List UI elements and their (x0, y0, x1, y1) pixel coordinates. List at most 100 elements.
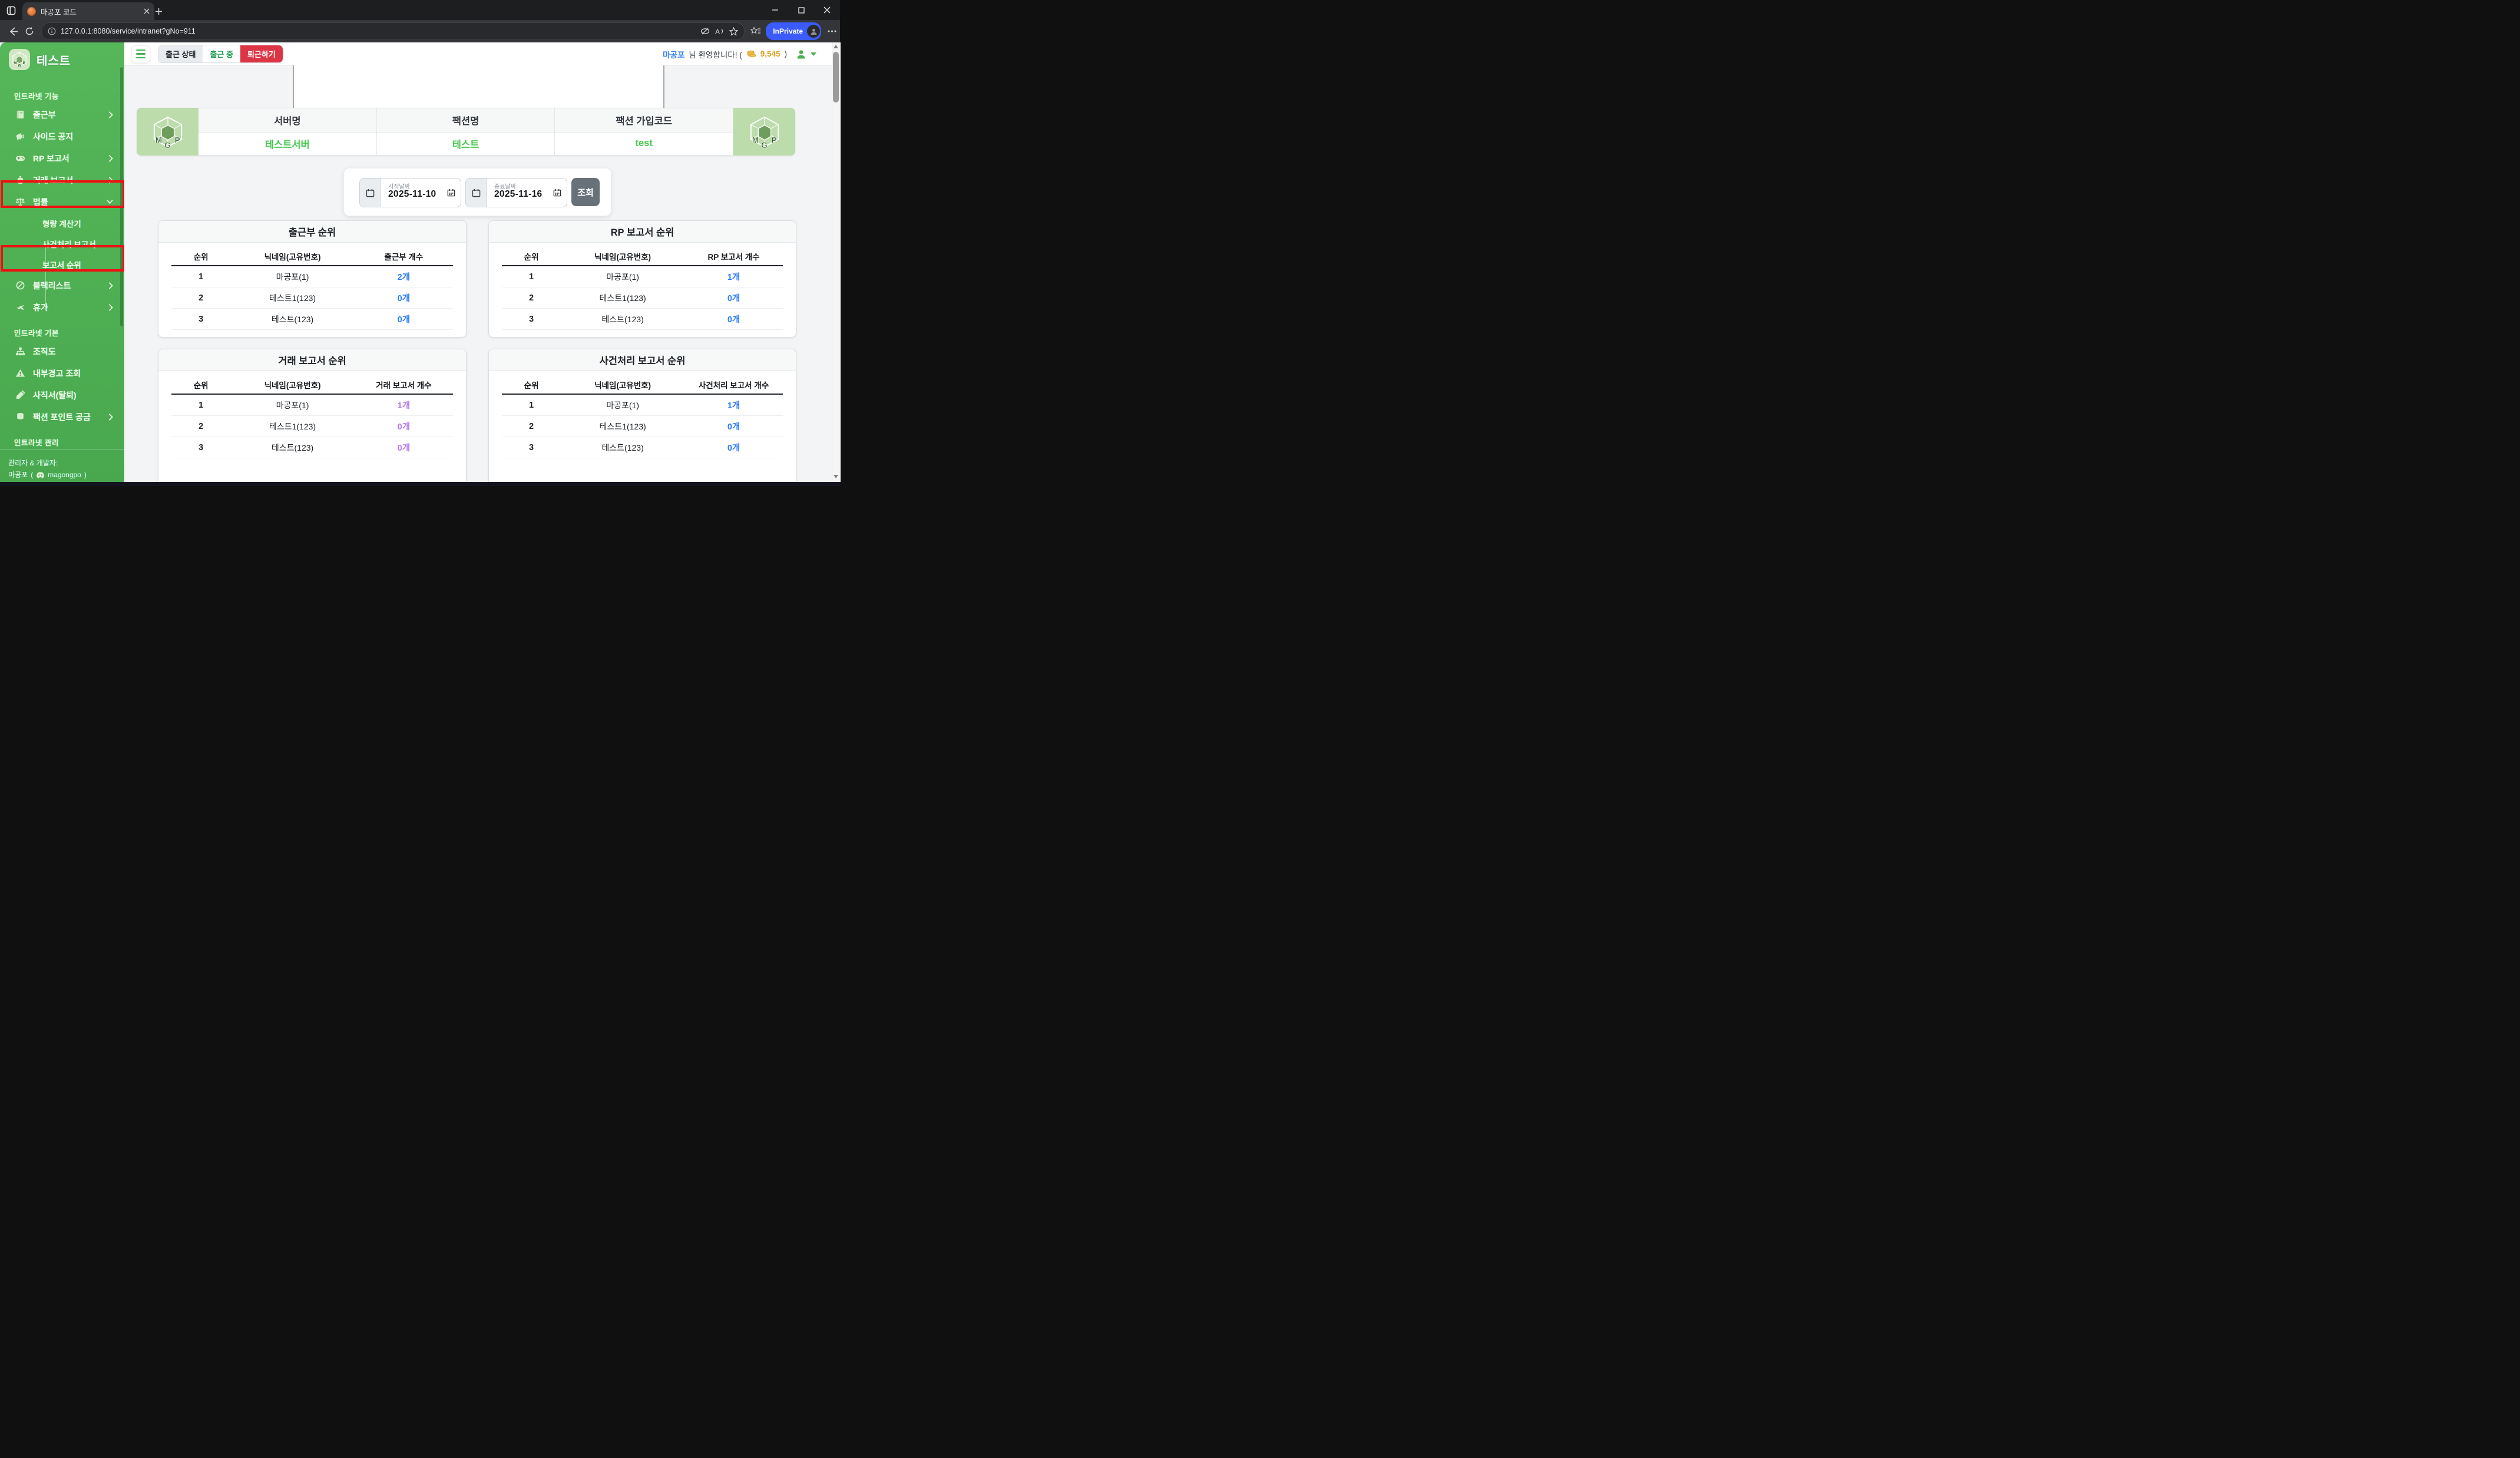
new-tab-button[interactable] (152, 5, 165, 18)
scroll-up-icon[interactable] (834, 45, 838, 48)
svg-text:P: P (771, 135, 776, 144)
topbar: 출근 상태 출근 중 퇴근하기 마공포님 환영합니다! ( 9,545) (124, 42, 832, 66)
sidebar-item-label: 출근부 (33, 109, 100, 121)
table-row: 3테스트(123)0개 (502, 437, 783, 458)
menu-toggle-button[interactable] (131, 45, 150, 63)
inprivate-badge[interactable]: InPrivate (766, 22, 821, 40)
clock-out-button[interactable]: 퇴근하기 (240, 45, 283, 62)
calendar-icon (360, 178, 381, 207)
tab-workspaces-icon[interactable] (5, 4, 18, 17)
sidebar-item-vacation[interactable]: 휴가 (0, 296, 124, 318)
faction-title: 테스트 (37, 51, 71, 68)
tracking-prevention-icon[interactable] (700, 27, 710, 35)
maximize-button[interactable] (788, 0, 814, 20)
table-row: 1마공포(1)1개 (171, 394, 453, 416)
sidebar-item-warning-lookup[interactable]: 내부경고 조회 (0, 362, 124, 384)
date-picker-icon[interactable] (447, 189, 455, 197)
sidebar-item-label: 휴가 (33, 302, 100, 313)
scrollbar-thumb[interactable] (833, 52, 839, 103)
profile-person-icon[interactable] (796, 49, 806, 59)
sidebar-item-blacklist[interactable]: 블랙리스트 (0, 275, 124, 296)
col-nickname: 닉네임(고유번호) (230, 376, 354, 394)
favorite-star-icon[interactable] (729, 27, 738, 36)
trade-report-rank-card: 거래 보고서 순위 순위닉네임(고유번호)거래 보고서 개수 1마공포(1)1개… (158, 349, 467, 486)
rank-table: 순위닉네임(고유번호)사건처리 보고서 개수 1마공포(1)1개 2테스트1(1… (502, 376, 783, 458)
server-name-header: 서버명 (199, 108, 377, 132)
svg-text:G: G (761, 141, 768, 149)
faction-code-header: 팩션 가입코드 (555, 108, 733, 132)
site-info-icon[interactable] (48, 27, 56, 35)
table-row: 1마공포(1)1개 (502, 266, 783, 287)
browser-tab[interactable]: 마공포 코드 (22, 2, 154, 20)
table-row: 2테스트1(123)0개 (171, 416, 453, 437)
sidebar-scrollbar[interactable] (120, 67, 123, 326)
sidebar-subitem-sentence-calc[interactable]: 형량 계산기 (0, 213, 124, 233)
card-title: 출근부 순위 (158, 221, 466, 243)
chevron-right-icon (108, 282, 114, 290)
sidebar-item-rp-report[interactable]: RP 보고서 (0, 147, 124, 169)
sidebar-item-org-chart[interactable]: 조직도 (0, 340, 124, 362)
faction-logo-icon: MPG (137, 108, 199, 156)
server-info-table: 서버명 팩션명 팩션 가입코드 테스트서버 테스트 test (199, 108, 733, 156)
start-date-input[interactable]: 시작날짜 2025-11-10 (381, 178, 461, 207)
welcome-close: ) (785, 49, 788, 58)
welcome-text: 님 환영합니다! ( (689, 48, 742, 60)
sidebar-item-label: 팩션 포인트 공금 (33, 411, 100, 423)
tab-title: 마공포 코드 (41, 6, 139, 17)
attendance-segment: 출근 상태 출근 중 퇴근하기 (158, 45, 283, 62)
close-button[interactable] (814, 0, 840, 20)
book-icon (15, 110, 25, 120)
sidebar-item-resignation[interactable]: 사직서(탈퇴) (0, 384, 124, 406)
sidebar-item-label: 보고서 순위 (42, 259, 81, 270)
tab-close-icon[interactable] (144, 8, 150, 14)
sidebar-footer: 관리자 & 개발자: 마공포 ( magongpo ) (0, 454, 124, 481)
sitemap-icon (15, 346, 25, 356)
page-scrollbar[interactable] (832, 42, 841, 482)
sidebar-subitem-report-rank[interactable]: 보고서 순위 (0, 254, 124, 275)
inprivate-label: InPrivate (773, 27, 803, 35)
table-row: 3테스트(123)0개 (171, 437, 453, 458)
end-date-input[interactable]: 종료날짜 2025-11-16 (487, 178, 567, 207)
rank-table: 순위닉네임(고유번호)RP 보고서 개수 1마공포(1)1개 2테스트1(123… (502, 247, 783, 330)
card-title: 사건처리 보고서 순위 (489, 349, 796, 371)
chevron-right-icon (108, 176, 114, 184)
profile-caret-icon[interactable] (811, 52, 816, 56)
browser-toolbar: 127.0.0.1:8080/service/intranet?gNo=911 … (0, 20, 840, 42)
admin-name: 마공포 (8, 469, 28, 481)
start-date-group: 시작날짜 2025-11-10 (359, 178, 461, 207)
sidebar-item-label: 사건처리 보고서 (42, 238, 96, 250)
sidebar-item-trade-report[interactable]: $ 거래 보고서 (0, 169, 124, 191)
search-button[interactable]: 조회 (571, 178, 600, 206)
attendance-rank-card: 출근부 순위 순위닉네임(고유번호)출근부 개수 1마공포(1)2개 2테스트1… (158, 220, 467, 338)
refresh-icon[interactable] (21, 23, 38, 39)
svg-text:G: G (164, 141, 171, 149)
svg-text:M: M (752, 135, 758, 144)
favorites-list-icon[interactable] (750, 27, 761, 36)
scroll-down-icon[interactable] (834, 475, 838, 478)
faction-logo-icon: MPG (9, 49, 30, 70)
col-nickname: 닉네임(고유번호) (561, 247, 684, 266)
window-controls (762, 0, 840, 20)
chevron-down-icon (106, 199, 114, 204)
minimize-button[interactable] (762, 0, 788, 20)
sidebar-subitem-case-report[interactable]: 사건처리 보고서 (0, 233, 124, 254)
attendance-status-label: 출근 상태 (158, 45, 203, 62)
case-report-rank-card: 사건처리 보고서 순위 순위닉네임(고유번호)사건처리 보고서 개수 1마공포(… (488, 349, 796, 486)
sidebar-item-attendance[interactable]: 출근부 (0, 104, 124, 125)
col-count: RP 보고서 개수 (684, 247, 783, 266)
read-aloud-icon[interactable]: A (715, 27, 725, 35)
notice-frame (293, 65, 664, 110)
table-row: 3테스트(123)0개 (171, 309, 453, 330)
table-row: 2테스트1(123)0개 (502, 287, 783, 309)
back-icon[interactable] (5, 23, 21, 39)
svg-text:G: G (18, 65, 21, 68)
url-bar[interactable]: 127.0.0.1:8080/service/intranet?gNo=911 … (41, 22, 745, 40)
sidebar-item-side-notice[interactable]: 사이드 공지 (0, 125, 124, 147)
sidebar-item-law[interactable]: 법률 (0, 191, 124, 213)
date-picker-icon[interactable] (553, 189, 561, 197)
ban-icon (15, 280, 25, 290)
faction-logo-icon: M PG (733, 108, 795, 156)
start-date-value: 2025-11-10 (388, 189, 436, 200)
settings-more-icon[interactable] (824, 23, 840, 39)
sidebar-item-faction-points[interactable]: 팩션 포인트 공금 (0, 406, 124, 428)
